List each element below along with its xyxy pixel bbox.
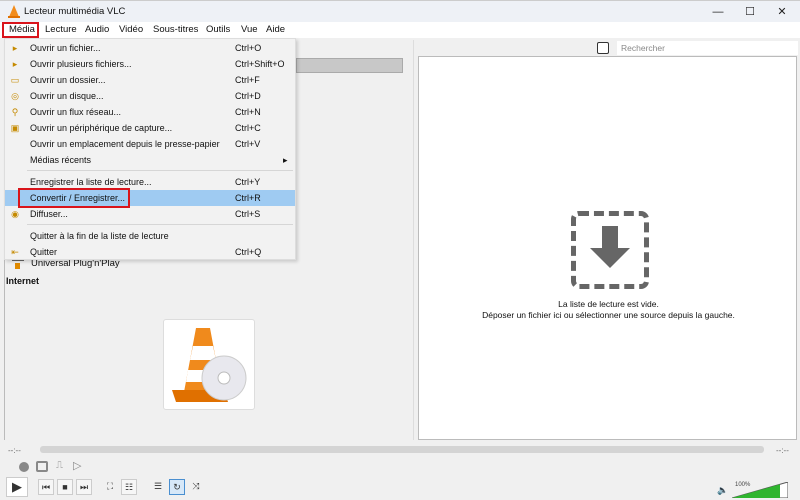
menu-item-shortcut: Ctrl+Q <box>235 247 262 257</box>
menu-item-label: Ouvrir un fichier... <box>30 43 101 53</box>
drop-zone-icon <box>571 211 649 289</box>
vlc-cone-disc-icon <box>172 328 247 402</box>
playlist-empty-title: La liste de lecture est vide. <box>558 299 659 309</box>
playlist-toggle-button[interactable]: ☰ <box>150 479 166 495</box>
stop-button[interactable]: ■ <box>57 479 73 495</box>
window-title: Lecteur multimédia VLC <box>24 6 126 17</box>
extended-settings-button[interactable]: ☷ <box>121 479 137 495</box>
volume-speaker-icon[interactable]: 🔈 <box>717 485 728 496</box>
menu-item[interactable]: Médias récents ▸ <box>5 152 295 168</box>
menu-subtitles[interactable]: Sous-titres <box>153 24 198 35</box>
menu-item-shortcut: Ctrl+Y <box>235 177 261 187</box>
menu-item[interactable]: ▭ Ouvrir un dossier... Ctrl+F <box>5 72 295 88</box>
menu-item-shortcut: Ctrl+V <box>235 139 261 149</box>
menu-item-label: Diffuser... <box>30 209 68 219</box>
loop-button[interactable]: ↻ <box>169 479 185 495</box>
menu-item[interactable]: Ouvrir un emplacement depuis le presse-p… <box>5 136 295 152</box>
menu-item-shortcut: Ctrl+D <box>235 91 261 101</box>
search-input[interactable]: Rechercher <box>617 41 798 55</box>
menu-item[interactable]: ▸ Ouvrir plusieurs fichiers... Ctrl+Shift+… <box>5 56 295 72</box>
play-button[interactable]: ▶ <box>6 477 28 497</box>
volume-slider[interactable] <box>732 482 788 498</box>
playlist-empty-hint: Déposer un fichier ici ou sélectionner u… <box>482 310 735 320</box>
files-play-icon: ▸ <box>12 59 18 69</box>
menu-lecture[interactable]: Lecture <box>45 24 77 35</box>
disc-icon: ◎ <box>11 91 19 101</box>
menu-item-label: Médias récents <box>30 155 92 165</box>
menu-help[interactable]: Aide <box>266 24 285 35</box>
menu-separator <box>27 224 293 225</box>
snapshot-button[interactable] <box>36 461 48 472</box>
minimize-button[interactable]: — <box>703 4 733 20</box>
loop-ab-button[interactable]: ⎍ <box>56 460 63 471</box>
menu-item-shortcut: Ctrl+Shift+O <box>235 59 285 69</box>
shuffle-button[interactable]: ⤨ <box>188 479 204 495</box>
sidebar-section-internet: Internet <box>6 276 40 286</box>
menu-audio[interactable]: Audio <box>85 24 109 35</box>
menu-item-shortcut: Ctrl+R <box>235 193 261 203</box>
menu-item[interactable]: ▣ Ouvrir un périphérique de capture... Ctr… <box>5 120 295 136</box>
menu-item-shortcut: Ctrl+C <box>235 123 261 133</box>
menu-item[interactable]: ⇤ Quitter Ctrl+Q <box>5 244 295 260</box>
seek-slider[interactable] <box>40 446 764 453</box>
menu-item-shortcut: Ctrl+N <box>235 107 261 117</box>
menu-item[interactable]: ◎ Ouvrir un disque... Ctrl+D <box>5 88 295 104</box>
sidebar-header <box>296 58 403 73</box>
menu-bar: Média Lecture Audio Vidéo Sous-titres Ou… <box>0 22 800 38</box>
frame-step-button[interactable]: ▷ <box>73 459 81 472</box>
vlc-logo-icon <box>8 5 20 18</box>
capture-icon: ▣ <box>10 123 20 133</box>
folder-icon: ▭ <box>10 75 20 85</box>
network-icon: ⚲ <box>11 107 19 117</box>
maximize-button[interactable]: ☐ <box>735 4 765 20</box>
menu-item-label: Ouvrir un périphérique de capture... <box>30 123 173 133</box>
exit-icon: ⇤ <box>11 247 19 257</box>
menu-item-label: Ouvrir un dossier... <box>30 75 106 85</box>
stream-icon: ◉ <box>11 209 19 219</box>
playlist-view-icon[interactable] <box>597 42 609 54</box>
menu-view[interactable]: Vue <box>241 24 258 35</box>
menu-item[interactable]: Quitter à la fin de la liste de lecture <box>5 228 295 244</box>
menu-item[interactable]: ⚲ Ouvrir un flux réseau... Ctrl+N <box>5 104 295 120</box>
media-menu: ▸ Ouvrir un fichier... Ctrl+O ▸ Ouvrir plusi… <box>4 38 296 260</box>
menu-item-shortcut: Ctrl+S <box>235 209 261 219</box>
menu-item-label: Quitter à la fin de la liste de lecture <box>30 231 169 241</box>
previous-button[interactable]: ⏮ <box>38 479 54 495</box>
close-button[interactable]: ✕ <box>767 4 797 20</box>
playlist-panel[interactable]: La liste de lecture est vide. Déposer un… <box>418 56 797 440</box>
menu-item[interactable]: ▸ Ouvrir un fichier... Ctrl+O <box>5 40 295 56</box>
annotation-box-convert <box>18 188 130 208</box>
menu-item-label: Ouvrir plusieurs fichiers... <box>30 59 132 69</box>
elapsed-time: --:-- <box>8 446 21 455</box>
menu-item-label: Ouvrir un emplacement depuis le presse-p… <box>30 139 220 149</box>
file-play-icon: ▸ <box>12 43 18 53</box>
menu-separator <box>27 170 293 171</box>
menu-video[interactable]: Vidéo <box>119 24 143 35</box>
upnp-icon <box>12 259 24 269</box>
record-button[interactable] <box>19 462 29 472</box>
menu-item-shortcut: Ctrl+O <box>235 43 262 53</box>
fullscreen-button[interactable]: ⛶ <box>102 479 118 495</box>
menu-item-label: Ouvrir un disque... <box>30 91 104 101</box>
menu-item-shortcut: ▸ <box>283 155 288 165</box>
title-bar: Lecteur multimédia VLC — ☐ ✕ <box>0 0 800 22</box>
menu-media[interactable]: Média <box>9 24 35 35</box>
menu-item-label: Ouvrir un flux réseau... <box>30 107 122 117</box>
menu-item[interactable]: ◉ Diffuser... Ctrl+S <box>5 206 295 222</box>
remaining-time: --:-- <box>776 446 789 455</box>
vlc-cone-artwork <box>163 319 255 410</box>
menu-item-shortcut: Ctrl+F <box>235 75 260 85</box>
next-button[interactable]: ⏭ <box>76 479 92 495</box>
menu-item-label: Quitter <box>30 247 58 257</box>
menu-tools[interactable]: Outils <box>206 24 230 35</box>
